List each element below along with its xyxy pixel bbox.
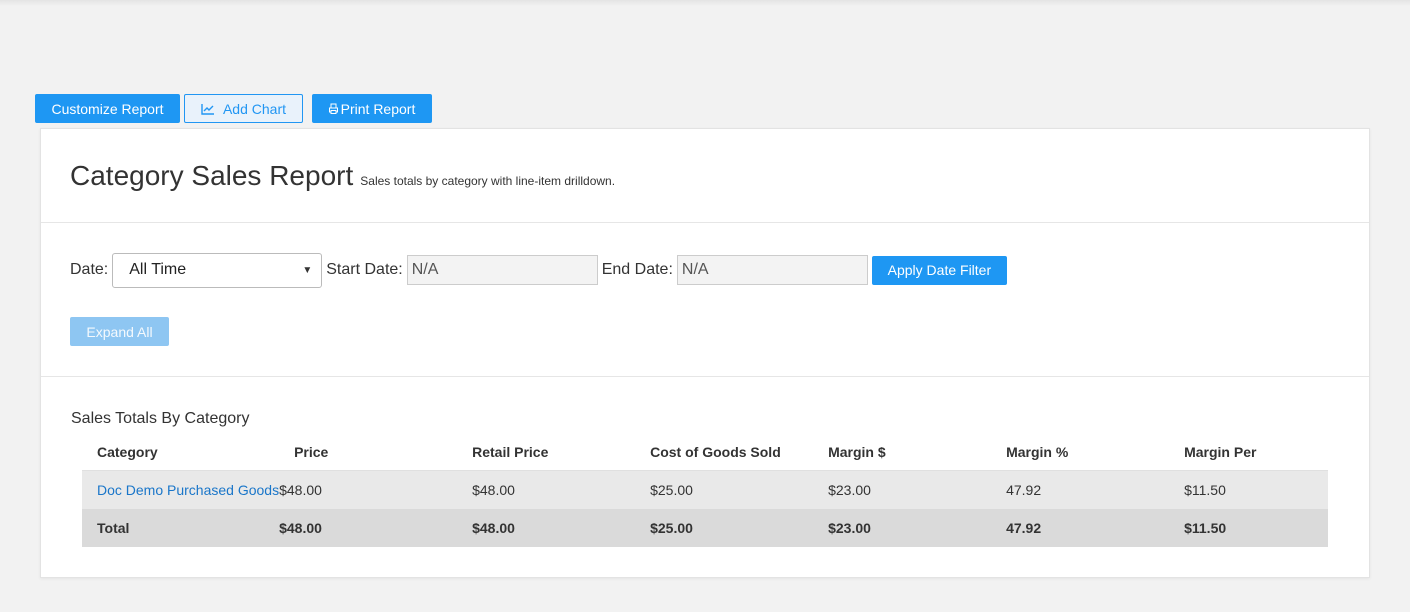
add-chart-button[interactable]: Add Chart bbox=[184, 94, 303, 123]
add-chart-label: Add Chart bbox=[222, 100, 287, 117]
expand-all-label: Expand All bbox=[86, 323, 153, 340]
line-chart-icon bbox=[201, 103, 214, 115]
end-date-value: N/A bbox=[681, 261, 709, 278]
page-subtitle: Sales totals by category with line-item … bbox=[360, 174, 616, 188]
table-header-row: Category Price Retail Price Cost of Good… bbox=[82, 434, 1328, 471]
price-cell: $48.00 bbox=[279, 481, 322, 498]
cogs-cell: $25.00 bbox=[650, 481, 693, 498]
header-category: Category bbox=[82, 434, 280, 471]
customize-report-button[interactable]: Customize Report bbox=[35, 94, 180, 123]
date-range-select[interactable]: All Time ▼ bbox=[112, 252, 323, 288]
print-report-label: Print Report bbox=[340, 100, 416, 117]
page-title: Category Sales Report bbox=[70, 160, 354, 191]
start-date-input[interactable]: N/A bbox=[406, 255, 598, 285]
category-link[interactable]: Doc Demo Purchased Goods bbox=[97, 482, 279, 498]
apply-date-filter-button[interactable]: Apply Date Filter bbox=[871, 255, 1007, 285]
top-shadow bbox=[0, 0, 1410, 6]
printer-icon bbox=[328, 103, 338, 114]
start-date-value: N/A bbox=[411, 261, 439, 278]
date-label: Date: bbox=[70, 261, 109, 278]
expand-all-button[interactable]: Expand All bbox=[70, 317, 169, 346]
section-title: Sales Totals By Category bbox=[71, 410, 250, 427]
print-report-button[interactable]: Print Report bbox=[312, 94, 432, 123]
margin-per-cell: $11.50 bbox=[1184, 481, 1226, 498]
date-filters: Date: All Time ▼ Start Date: N/A End Dat… bbox=[70, 252, 1007, 288]
category-cell: Doc Demo Purchased Goods bbox=[82, 470, 279, 509]
header-price: Price bbox=[279, 434, 458, 471]
total-margin-dollar: $23.00 bbox=[828, 520, 871, 536]
header-margin-dollar: Margin $ bbox=[813, 434, 992, 471]
header-margin-per: Margin Per bbox=[1169, 434, 1328, 471]
total-retail-price: $48.00 bbox=[472, 520, 515, 536]
total-cogs: $25.00 bbox=[650, 520, 693, 536]
report-card: Category Sales Report Sales totals by ca… bbox=[40, 128, 1370, 578]
margin-percent-cell: 47.92 bbox=[1006, 481, 1042, 498]
title-wrap: Category Sales Report Sales totals by ca… bbox=[70, 160, 615, 192]
retail-price-cell: $48.00 bbox=[472, 481, 515, 498]
end-date-input[interactable]: N/A bbox=[676, 255, 868, 285]
chevron-down-icon: ▼ bbox=[302, 264, 313, 276]
total-label: Total bbox=[97, 520, 130, 536]
table-row: Doc Demo Purchased Goods $48.00 $48.00 $… bbox=[82, 470, 1328, 509]
header-cogs: Cost of Goods Sold bbox=[635, 434, 814, 471]
date-range-value: All Time bbox=[129, 261, 187, 278]
total-margin-percent: 47.92 bbox=[1006, 520, 1042, 536]
report-toolbar: Customize Report Add Chart Print Report bbox=[35, 94, 432, 123]
section-divider bbox=[41, 376, 1369, 377]
margin-dollar-cell: $23.00 bbox=[828, 481, 871, 498]
header-retail-price: Retail Price bbox=[457, 434, 636, 471]
total-margin-per: $11.50 bbox=[1184, 520, 1227, 536]
sales-table: Category Price Retail Price Cost of Good… bbox=[82, 434, 1328, 547]
total-row: Total $48.00 $48.00 $25.00 $23.00 47.92 … bbox=[82, 509, 1328, 547]
report-header: Category Sales Report Sales totals by ca… bbox=[41, 129, 1369, 223]
apply-date-filter-label: Apply Date Filter bbox=[887, 262, 992, 278]
start-date-label: Start Date: bbox=[326, 261, 403, 278]
header-margin-percent: Margin % bbox=[991, 434, 1170, 471]
customize-report-label: Customize Report bbox=[51, 100, 164, 117]
total-price: $48.00 bbox=[279, 520, 322, 536]
end-date-label: End Date: bbox=[601, 261, 673, 278]
